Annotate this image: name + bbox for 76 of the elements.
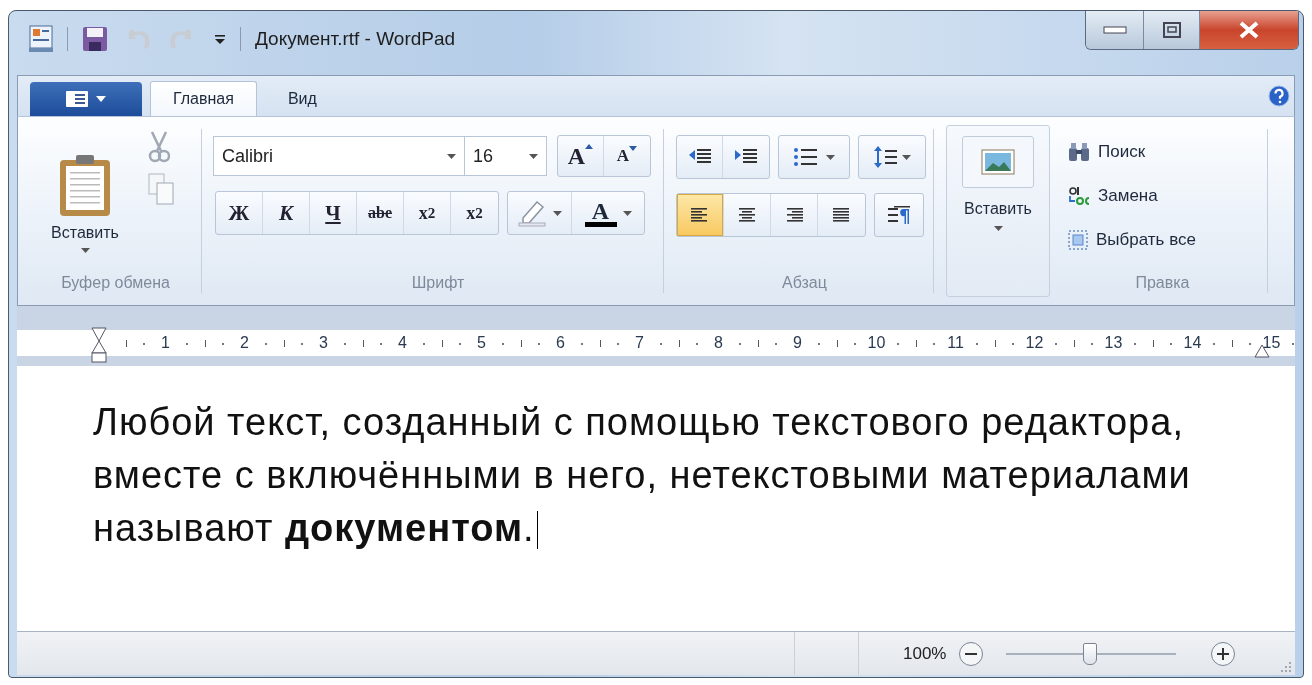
- resize-grip-icon[interactable]: [1281, 662, 1291, 672]
- clipboard-icon: [58, 153, 112, 218]
- zoom-in-icon: [1210, 640, 1237, 667]
- grow-font-button[interactable]: A: [558, 136, 604, 176]
- ruler-number: 6: [553, 334, 568, 351]
- replace-icon: [1068, 186, 1090, 206]
- left-indent-marker[interactable]: [91, 327, 107, 363]
- caret-icon: [96, 96, 106, 102]
- up-arrow-icon: [585, 144, 594, 149]
- caret-icon: [447, 153, 456, 159]
- caret-icon: [80, 247, 90, 253]
- edit-command-button[interactable]: Выбрать все: [1068, 223, 1196, 257]
- text-style-button[interactable]: Ж: [216, 192, 263, 234]
- font-name-dropdown[interactable]: Calibri: [213, 136, 465, 176]
- maximize-icon: [1162, 22, 1181, 38]
- caret-icon: [529, 153, 538, 159]
- select-all-icon: [1068, 230, 1088, 250]
- zoom-out-icon: [958, 640, 985, 667]
- justify-align-icon: [832, 207, 851, 223]
- caret-icon: [622, 210, 632, 216]
- font-size-dropdown[interactable]: 16: [465, 136, 547, 176]
- binoculars-icon: [1068, 142, 1090, 162]
- ruler-number: 9: [790, 334, 805, 351]
- minimize-icon: [1102, 26, 1127, 34]
- line-spacing-icon: [873, 146, 898, 168]
- ruler-number: 7: [632, 334, 647, 351]
- ruler-number: 3: [316, 334, 331, 351]
- ruler-number: 4: [395, 334, 410, 351]
- maximize-button[interactable]: [1144, 11, 1200, 49]
- ruler-number: 5: [474, 334, 489, 351]
- zoom-in-button[interactable]: [1210, 640, 1237, 667]
- down-arrow-icon: [629, 146, 638, 151]
- insert-picture-button[interactable]: Вставить: [946, 125, 1050, 297]
- group-label: Абзац: [781, 273, 828, 293]
- align-button[interactable]: [677, 194, 724, 236]
- text-style-button[interactable]: К: [263, 192, 310, 234]
- text-style-button[interactable]: Ч: [310, 192, 357, 234]
- caret-icon: [901, 154, 911, 160]
- customize-dropdown-icon[interactable]: [214, 33, 226, 45]
- ribbon-tab[interactable]: Вид: [264, 81, 340, 116]
- file-menu-button[interactable]: [30, 82, 142, 116]
- ruler-number: 2: [237, 334, 252, 351]
- text-style-button[interactable]: abe: [357, 192, 404, 234]
- edit-command-button[interactable]: Замена: [1068, 179, 1158, 213]
- caret-icon: [553, 210, 562, 216]
- zoom-out-button[interactable]: [958, 640, 985, 667]
- bullet-list-icon: [793, 148, 818, 166]
- document-text: Любой текст, созданный с помощью текстового редактора, вместе с включёнными в него, нетекстовыми материалами называют документом.: [93, 400, 1192, 551]
- menu-icon: [66, 91, 88, 107]
- caret-icon: [825, 154, 835, 160]
- picture-icon: [981, 149, 1015, 175]
- close-button[interactable]: [1200, 11, 1298, 49]
- window-title: Документ.rtf - WordPad: [255, 28, 456, 50]
- save-icon[interactable]: [82, 26, 108, 52]
- edit-command-button[interactable]: Поиск: [1068, 135, 1146, 169]
- center-align-icon: [738, 207, 756, 223]
- zoom-level: 100%: [903, 643, 947, 664]
- ribbon-tab[interactable]: Главная: [150, 81, 257, 116]
- close-icon: [1238, 21, 1260, 39]
- ruler-number: 8: [711, 334, 726, 351]
- group-label: Буфер обмена: [60, 273, 171, 293]
- minimize-button[interactable]: [1086, 11, 1144, 49]
- left-align-icon: [691, 207, 709, 223]
- paste-button[interactable]: Вставить: [30, 129, 140, 273]
- shrink-font-button[interactable]: A: [604, 136, 650, 176]
- zoom-slider-thumb[interactable]: [1082, 642, 1097, 665]
- increase-indent-icon: [734, 148, 758, 166]
- group-label: Шрифт: [410, 273, 466, 293]
- app-icon[interactable]: [29, 25, 53, 53]
- paragraph-icon: [888, 206, 910, 224]
- caret-icon: [993, 226, 1003, 231]
- right-align-icon: [785, 207, 803, 223]
- help-icon[interactable]: [1268, 85, 1290, 107]
- group-label: Правка: [1134, 273, 1191, 293]
- highlighter-icon: [517, 199, 547, 227]
- decrease-indent-icon: [687, 148, 712, 166]
